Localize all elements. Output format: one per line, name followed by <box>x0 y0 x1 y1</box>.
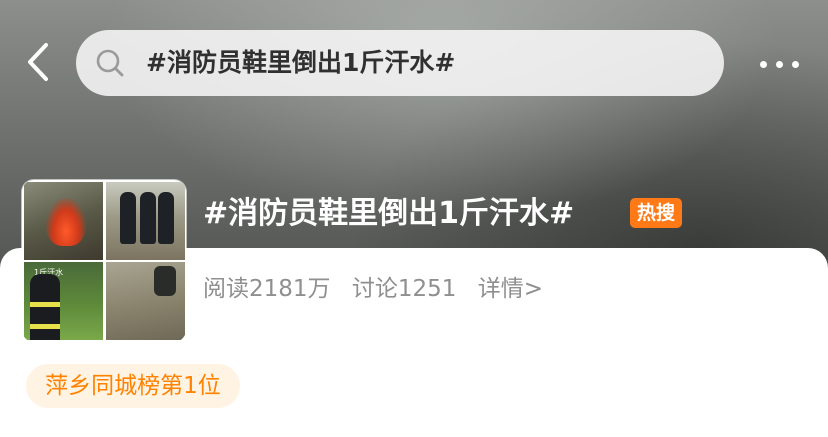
thumbnail-image-fire <box>24 182 103 260</box>
topic-title: #消防员鞋里倒出1斤汗水# <box>203 196 575 231</box>
topic-thumbnail[interactable]: 1斤汗水 <box>22 180 186 342</box>
search-icon <box>96 49 124 77</box>
thumbnail-image-firefighters <box>106 182 185 260</box>
firefighter-figure <box>140 192 156 244</box>
rank-chip[interactable]: 萍乡同城榜第1位 <box>26 364 240 408</box>
more-dot <box>775 60 783 68</box>
chevron-left-icon <box>28 43 48 81</box>
back-button[interactable] <box>18 40 58 84</box>
firefighter-figure <box>120 192 136 244</box>
firefighter-figure <box>154 266 176 296</box>
search-bar[interactable]: #消防员鞋里倒出1斤汗水# <box>76 30 724 96</box>
more-options-button[interactable] <box>748 44 810 84</box>
more-horizontal-icon <box>759 60 767 68</box>
reflective-stripe <box>30 302 60 307</box>
hot-badge: 热搜 <box>630 198 682 228</box>
thumbnail-image-boot: 1斤汗水 <box>24 262 103 340</box>
firefighter-figure <box>158 192 174 244</box>
search-query-text[interactable]: #消防员鞋里倒出1斤汗水# <box>146 45 455 81</box>
thumbnail-image-ground <box>106 262 185 340</box>
firefighter-figure <box>30 274 60 340</box>
topic-stats: 阅读2181万 讨论1251 详情> <box>203 272 557 306</box>
discussion-count: 讨论1251 <box>351 276 457 302</box>
reflective-stripe <box>30 324 60 329</box>
fire-shape <box>46 198 86 246</box>
more-dot <box>791 60 799 68</box>
read-count: 阅读2181万 <box>203 276 331 302</box>
detail-link[interactable]: 详情> <box>478 276 543 302</box>
